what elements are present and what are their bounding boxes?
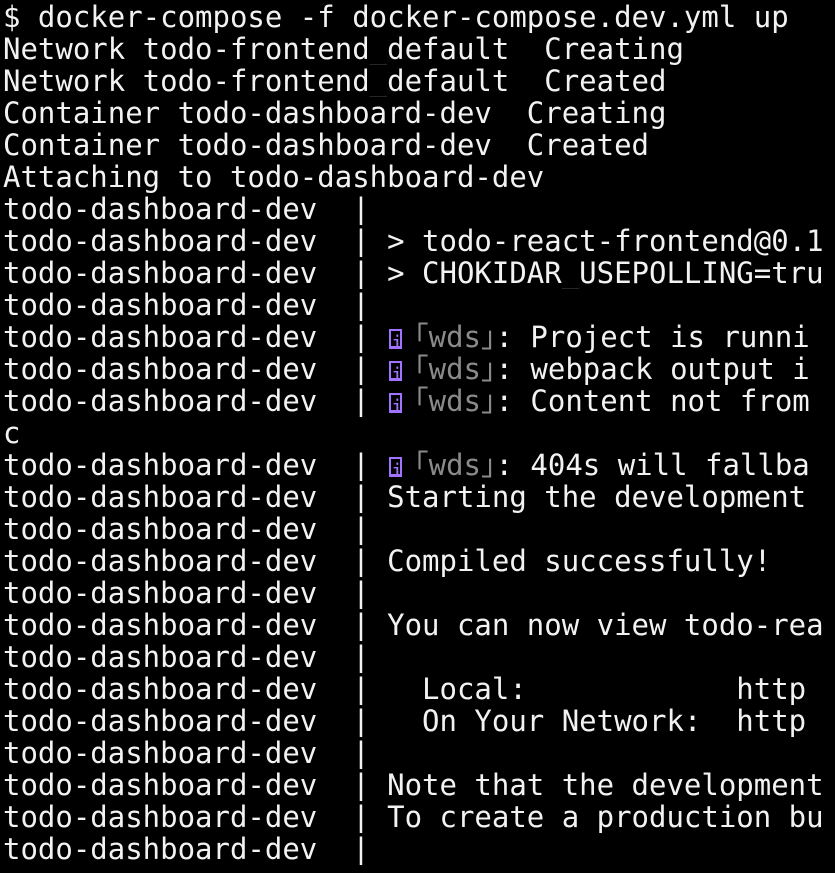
info-icon: i — [389, 329, 403, 349]
output-line: todo-dashboard-dev | — [3, 289, 370, 321]
output-line: todo-dashboard-dev | Starting the develo… — [3, 481, 807, 513]
wds-output-line: todo-dashboard-dev | i ｢wds｣: 404s will f… — [0, 449, 835, 481]
output-line: todo-dashboard-dev | Compiled successful… — [3, 545, 772, 577]
wds-output-line: todo-dashboard-dev | i ｢wds｣: Project is … — [0, 321, 835, 353]
wds-message: : Project is runni — [495, 321, 810, 353]
log-prefix: todo-dashboard-dev | — [3, 385, 388, 417]
wds-tag: ｢wds｣ — [414, 321, 496, 353]
output-line: todo-dashboard-dev | Note that the devel… — [3, 769, 824, 801]
output-line: todo-dashboard-dev | To create a product… — [3, 801, 824, 833]
stray-output-line: c — [3, 417, 21, 449]
output-line: todo-dashboard-dev | On Your Network: ht… — [3, 705, 807, 737]
output-line: todo-dashboard-dev | — [3, 641, 370, 673]
wds-output-line: todo-dashboard-dev | i ｢wds｣: webpack out… — [0, 353, 835, 385]
output-line: todo-dashboard-dev | — [3, 833, 370, 865]
output-line: Attaching to todo-dashboard-dev — [3, 161, 545, 193]
info-icon: i — [389, 361, 403, 381]
output-line: Container todo-dashboard-dev Creating — [3, 97, 667, 129]
output-line: todo-dashboard-dev | You can now view to… — [3, 609, 824, 641]
info-icon: i — [389, 393, 403, 413]
log-prefix: todo-dashboard-dev | — [3, 353, 388, 385]
output-line: todo-dashboard-dev | — [3, 193, 370, 225]
log-prefix: todo-dashboard-dev | — [3, 449, 388, 481]
wds-message: : 404s will fallba — [495, 449, 810, 481]
wds-tag: ｢wds｣ — [414, 449, 496, 481]
command-line: $ docker-compose -f docker-compose.dev.y… — [3, 1, 789, 33]
output-line: Container todo-dashboard-dev Created — [3, 129, 650, 161]
output-line: todo-dashboard-dev | — [3, 737, 370, 769]
output-line: Network todo-frontend_default Creating — [3, 33, 684, 65]
output-line: todo-dashboard-dev | — [3, 513, 370, 545]
output-line: todo-dashboard-dev | > todo-react-fronte… — [3, 225, 824, 257]
wds-tag: ｢wds｣ — [414, 353, 496, 385]
log-prefix: todo-dashboard-dev | — [3, 321, 388, 353]
output-line: Network todo-frontend_default Created — [3, 65, 667, 97]
output-line: todo-dashboard-dev | — [3, 577, 370, 609]
terminal-window[interactable]: $ docker-compose -f docker-compose.dev.y… — [0, 0, 835, 873]
output-line: todo-dashboard-dev | > CHOKIDAR_USEPOLLI… — [3, 257, 824, 289]
wds-tag: ｢wds｣ — [414, 385, 496, 417]
info-icon: i — [389, 457, 403, 477]
wds-message: : webpack output i — [495, 353, 810, 385]
output-line: todo-dashboard-dev | Local: http — [3, 673, 807, 705]
wds-message: : Content not from — [495, 385, 810, 417]
wds-output-line: todo-dashboard-dev | i ｢wds｣: Content not… — [0, 385, 835, 417]
